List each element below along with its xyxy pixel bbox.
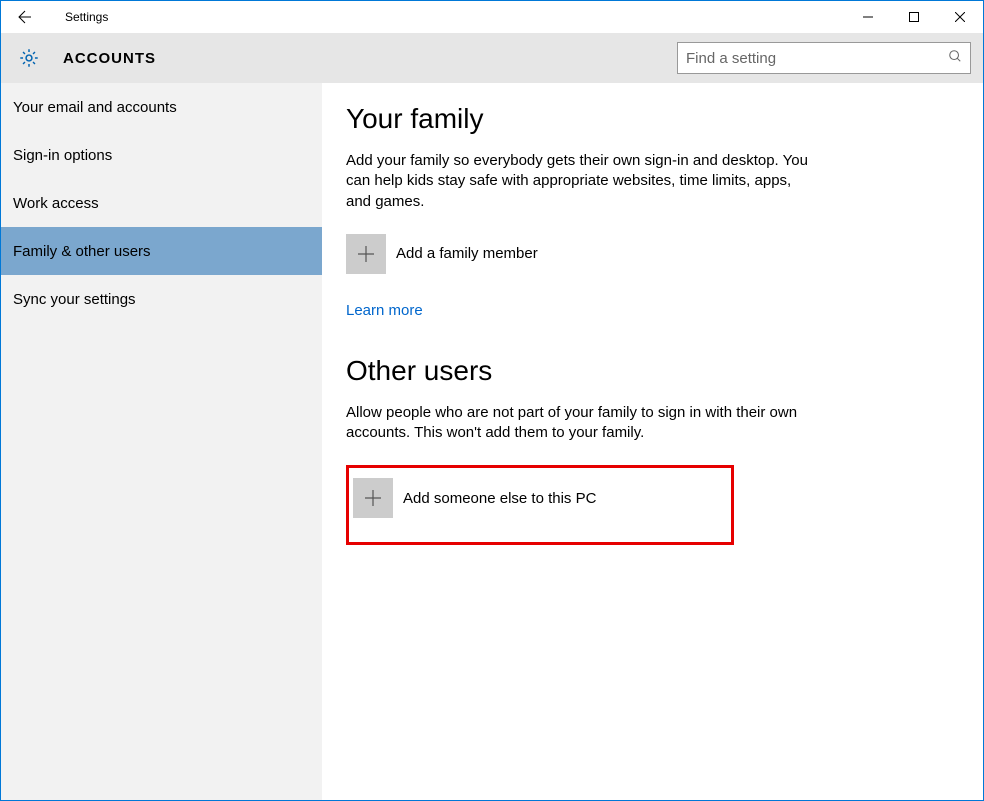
family-section-description: Add your family so everybody gets their …: [346, 151, 816, 212]
window-title: Settings: [65, 10, 108, 24]
search-container: [677, 42, 971, 74]
settings-gear-icon[interactable]: [13, 47, 45, 69]
gear-icon: [18, 47, 40, 69]
maximize-icon: [909, 12, 919, 22]
plus-icon: [356, 244, 376, 264]
add-someone-else-button[interactable]: Add someone else to this PC: [353, 478, 727, 518]
maximize-button[interactable]: [891, 1, 937, 33]
plus-icon: [363, 488, 383, 508]
search-box[interactable]: [677, 42, 971, 74]
sidebar-item-label: Sign-in options: [13, 147, 112, 164]
sidebar-item-sync-settings[interactable]: Sync your settings: [1, 275, 322, 323]
learn-more-link[interactable]: Learn more: [346, 302, 423, 319]
other-users-section-title: Other users: [346, 355, 983, 387]
sidebar-item-work-access[interactable]: Work access: [1, 179, 322, 227]
sidebar-item-family-other-users[interactable]: Family & other users: [1, 227, 322, 275]
header-band: ACCOUNTS: [1, 33, 983, 83]
title-bar: Settings: [1, 1, 983, 33]
plus-icon-box: [353, 478, 393, 518]
sidebar-item-signin-options[interactable]: Sign-in options: [1, 131, 322, 179]
close-button[interactable]: [937, 1, 983, 33]
search-icon: [948, 49, 962, 67]
add-family-label: Add a family member: [396, 245, 538, 262]
close-icon: [955, 12, 965, 22]
main-panel: Your family Add your family so everybody…: [322, 83, 983, 800]
sidebar-item-label: Family & other users: [13, 243, 151, 260]
search-input[interactable]: [686, 50, 948, 67]
add-someone-else-label: Add someone else to this PC: [403, 490, 596, 507]
highlight-annotation: Add someone else to this PC: [346, 465, 734, 545]
sidebar-item-label: Your email and accounts: [13, 99, 177, 116]
plus-icon-box: [346, 234, 386, 274]
other-users-section-description: Allow people who are not part of your fa…: [346, 403, 816, 444]
content-area: Your email and accounts Sign-in options …: [1, 83, 983, 800]
sidebar-item-email-accounts[interactable]: Your email and accounts: [1, 83, 322, 131]
back-button[interactable]: [9, 1, 41, 33]
minimize-icon: [863, 12, 873, 22]
sidebar-item-label: Sync your settings: [13, 291, 136, 308]
window-controls: [845, 1, 983, 33]
sidebar-item-label: Work access: [13, 195, 99, 212]
back-arrow-icon: [17, 9, 33, 25]
minimize-button[interactable]: [845, 1, 891, 33]
sidebar: Your email and accounts Sign-in options …: [1, 83, 322, 800]
family-section-title: Your family: [346, 103, 983, 135]
add-family-member-button[interactable]: Add a family member: [346, 234, 983, 274]
category-title: ACCOUNTS: [63, 50, 156, 67]
